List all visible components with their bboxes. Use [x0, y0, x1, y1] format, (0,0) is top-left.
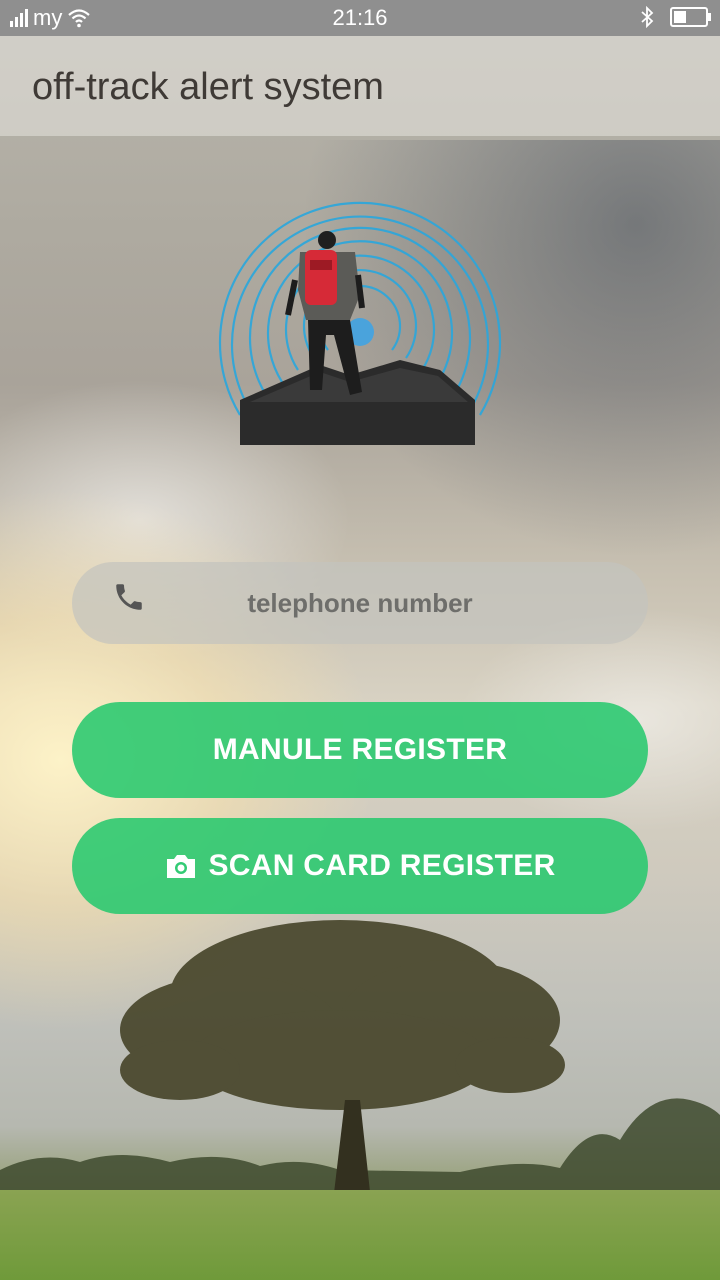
telephone-input[interactable] — [72, 561, 648, 645]
phone-icon — [116, 584, 142, 610]
bluetooth-icon — [641, 6, 654, 28]
clock: 21:16 — [332, 5, 388, 30]
battery-icon — [670, 7, 711, 27]
manual-register-button[interactable]: MANULE REGISTER — [72, 702, 648, 798]
scan-card-register-label: SCAN CARD REGISTER — [208, 849, 556, 882]
tree-landscape — [0, 920, 720, 1280]
battery-level — [674, 11, 686, 23]
camera-icon — [167, 855, 196, 878]
hiker-signal-logo — [218, 201, 502, 445]
app-bar: off-track alert system — [0, 36, 720, 136]
manual-register-label: MANULE REGISTER — [212, 733, 508, 766]
status-right — [640, 6, 711, 28]
app-title: off-track alert system — [32, 66, 384, 108]
scan-card-register-button[interactable]: SCAN CARD REGISTER — [72, 818, 648, 914]
status-bar: my 21:16 — [0, 0, 720, 36]
phone-field[interactable] — [72, 561, 648, 645]
